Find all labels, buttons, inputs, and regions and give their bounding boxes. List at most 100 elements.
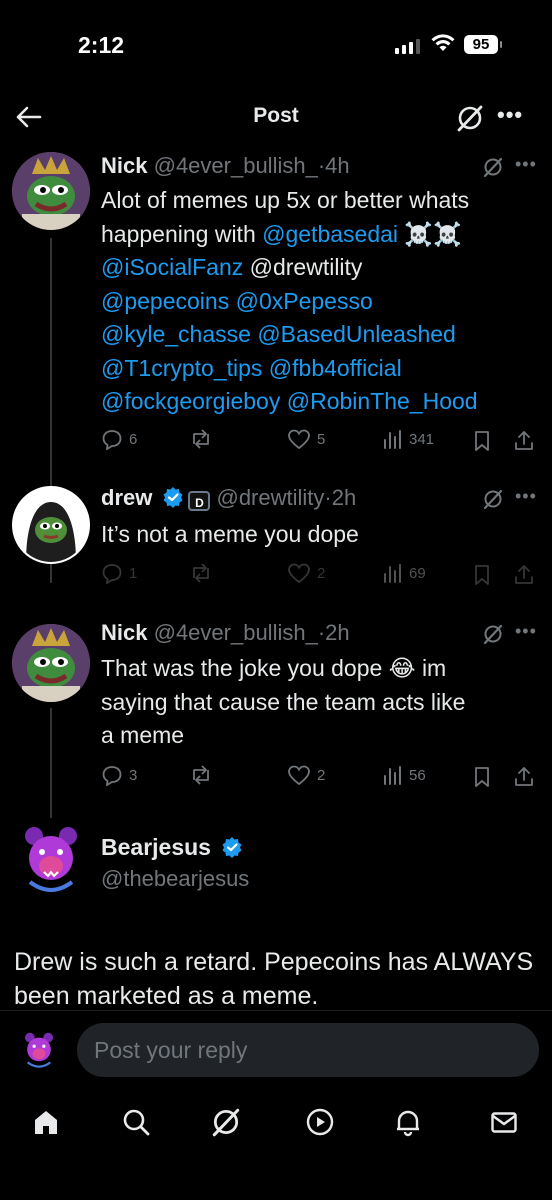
mention-link[interactable]: @pepecoins [101,288,229,314]
mention-link[interactable]: @BasedUnleashed [257,321,456,347]
grok-icon[interactable] [482,623,504,645]
tab-messages[interactable] [484,1102,524,1142]
post-time[interactable]: ·2h [324,485,356,510]
post-time[interactable]: ·2h [318,620,350,645]
post-text-line: @pepecoins @0xPepesso [101,285,541,319]
repost-icon [193,429,209,449]
tab-home[interactable] [26,1102,66,1142]
grok-icon[interactable] [455,103,485,133]
mail-icon [491,1112,517,1133]
repost-button[interactable] [189,562,213,584]
reply-composer: Post your reply [0,1010,552,1089]
author-handle[interactable]: @drewtility [216,485,324,510]
author-name[interactable]: Nick [101,620,147,645]
views-button[interactable]: 69 [381,562,426,584]
bar-chart-icon [384,766,401,785]
post-2[interactable]: drew D @drewtility·2h ••• It’s not a meme… [0,478,552,608]
more-icon[interactable]: ••• [515,486,537,507]
reply-button[interactable]: 1 [101,562,137,584]
play-icon [306,1108,334,1136]
post-time[interactable]: ·4h [318,153,350,178]
mention-link[interactable]: @0xPepesso [236,288,373,314]
post-header: Post ••• [0,92,552,140]
avatar[interactable] [12,624,90,702]
cellular-signal-icon [395,38,420,54]
pepe-hooded-avatar-image [14,488,88,562]
mention-link[interactable]: @kyle_chasse [101,321,251,347]
author-name-text: Bearjesus [101,834,211,860]
home-icon [35,1111,57,1134]
repost-icon [193,765,209,785]
share-icon[interactable] [513,563,535,585]
tab-search[interactable] [116,1102,156,1142]
verified-badge-icon [222,837,242,858]
post-text-segment: It’s not a meme you dope [101,521,359,547]
author-name[interactable]: Nick [101,153,147,178]
like-count: 5 [317,430,326,448]
post-1[interactable]: Nick @4ever_bullish_·4h ••• Alot of meme… [0,146,552,583]
mention-link[interactable]: @fockgeorgieboy [101,388,280,414]
post-actions: 6 5 341 [101,428,541,456]
share-icon[interactable] [513,765,535,787]
reply-button[interactable]: 6 [101,428,137,450]
heart-icon [288,765,310,786]
mention-link[interactable]: @getbasedai [262,221,398,247]
tab-grok[interactable] [206,1102,246,1142]
repost-button[interactable] [189,428,213,450]
bottom-tab-bar [0,1088,552,1200]
tab-video[interactable] [300,1102,340,1142]
repost-button[interactable] [189,764,213,786]
like-button[interactable]: 2 [287,764,325,786]
post-text-segment: ☠️☠️ [398,220,462,247]
post-text-segment: @drewtility [243,254,363,280]
thread-line [50,708,52,818]
views-button[interactable]: 56 [381,764,426,786]
bookmark-icon[interactable] [473,430,491,452]
avatar[interactable] [12,820,90,898]
mention-link[interactable]: @iSocialFanz [101,254,243,280]
mention-link[interactable]: @RobinThe_Hood [287,388,478,414]
share-icon[interactable] [513,429,535,451]
mention-link[interactable]: @T1crypto_tips [101,355,262,381]
post-header-line: Nick @4ever_bullish_·4h [101,153,350,179]
like-count: 2 [317,564,326,582]
mention-link[interactable]: @fbb4official [269,355,402,381]
author-handle[interactable]: @thebearjesus [101,866,249,892]
bar-chart-icon [384,430,401,449]
repost-icon [193,563,209,583]
grok-icon[interactable] [482,488,504,510]
reply-icon [102,564,122,584]
post-text-line: @iSocialFanz @drewtility [101,251,541,285]
views-button[interactable]: 341 [381,428,434,450]
heart-icon [288,563,310,584]
post-text-segment: That was the joke you dope 😂 im [101,655,447,681]
bell-icon [397,1110,419,1137]
author-name[interactable]: drew [101,485,152,510]
reply-button[interactable]: 3 [101,764,137,786]
like-button[interactable]: 5 [287,428,325,450]
author-handle[interactable]: @4ever_bullish_ [154,153,318,178]
post-3[interactable]: Nick @4ever_bullish_·2h ••• That was the… [0,612,552,818]
post-header-line: Nick @4ever_bullish_·2h [101,620,350,646]
avatar[interactable] [12,486,90,564]
post-text-segment: happening with [101,220,263,247]
bear-avatar-image [12,820,90,898]
tab-notifications[interactable] [388,1102,428,1142]
reply-icon [102,430,122,450]
like-button[interactable]: 2 [287,562,325,584]
post-text: That was the joke you dope 😂 im saying th… [101,652,541,753]
more-icon[interactable]: ••• [497,102,523,128]
avatar[interactable] [12,152,90,230]
more-icon[interactable]: ••• [515,621,537,642]
view-count: 69 [409,564,426,582]
author-handle[interactable]: @4ever_bullish_ [154,620,318,645]
grok-icon[interactable] [482,156,504,178]
more-icon[interactable]: ••• [515,154,537,175]
post-text-line: @fockgeorgieboy @RobinThe_Hood [101,385,541,419]
bookmark-icon[interactable] [473,564,491,586]
search-icon [123,1109,150,1136]
author-name[interactable]: Bearjesus [101,834,247,861]
reply-input[interactable]: Post your reply [77,1023,539,1077]
bar-chart-icon [384,564,401,583]
bookmark-icon[interactable] [473,766,491,788]
